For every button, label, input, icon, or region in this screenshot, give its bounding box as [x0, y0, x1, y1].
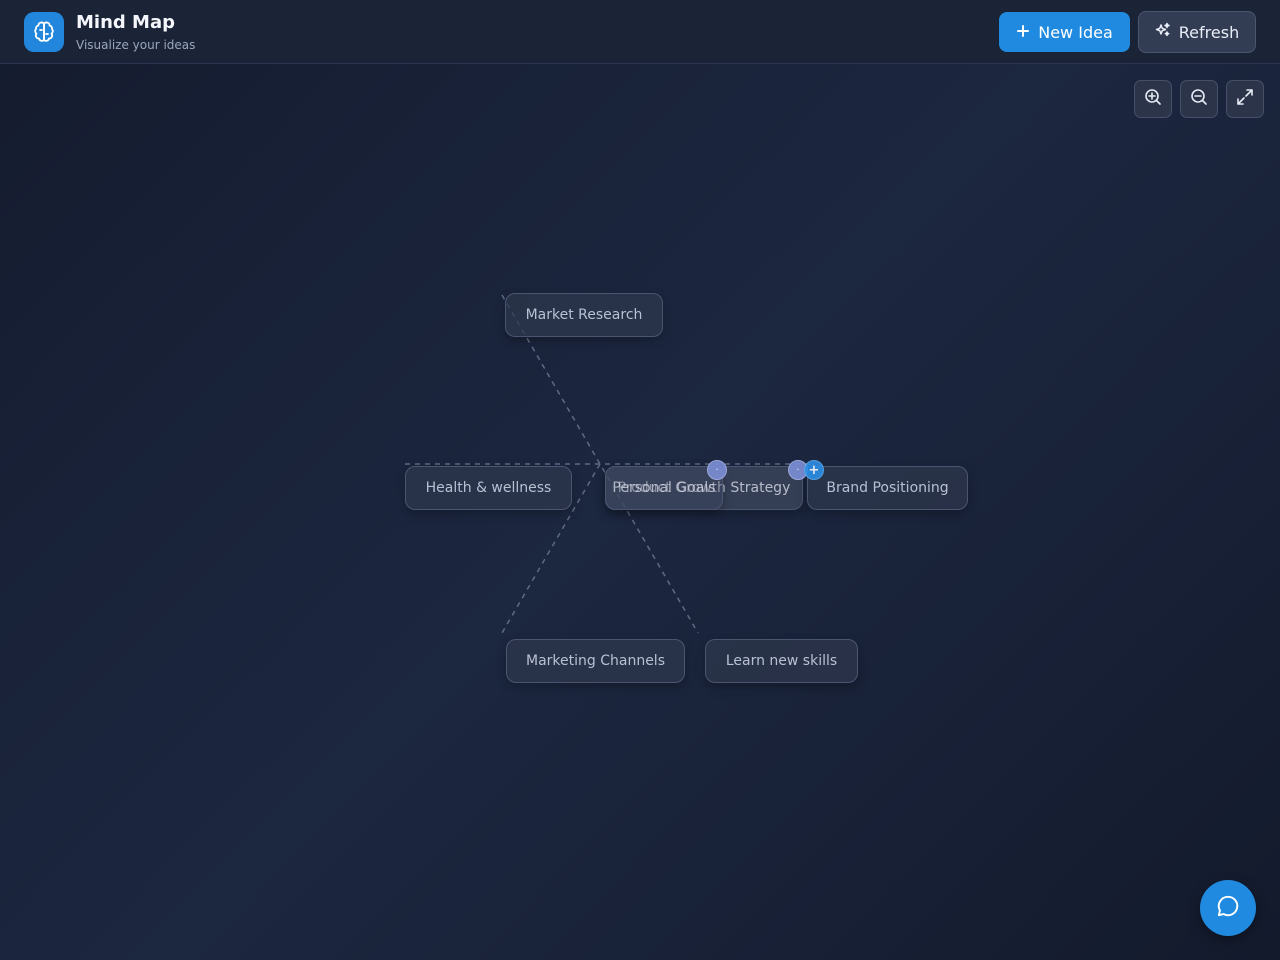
node-label: Health & wellness: [425, 480, 552, 496]
chat-bubble-icon: [1215, 893, 1241, 923]
node-market-research[interactable]: Market Research: [505, 293, 663, 337]
new-idea-button[interactable]: New Idea: [999, 12, 1130, 52]
node-label: Personal Goals: [612, 480, 716, 496]
app-title: Mind Map: [76, 12, 175, 33]
connection-lines: [405, 294, 810, 634]
plus-icon: [1016, 23, 1030, 42]
brain-logo-icon: [24, 12, 64, 52]
node-label: Marketing Channels: [526, 653, 665, 669]
node-marketing-channels[interactable]: Marketing Channels: [506, 639, 685, 683]
new-idea-label: New Idea: [1038, 22, 1113, 42]
node-health-wellness[interactable]: Health & wellness: [405, 466, 572, 510]
node-label: Market Research: [525, 307, 643, 323]
add-child-button[interactable]: +: [804, 460, 824, 480]
node-handle-dot[interactable]: ·: [707, 460, 727, 480]
refresh-label: Refresh: [1178, 22, 1240, 42]
app-subtitle: Visualize your ideas: [76, 38, 196, 52]
node-learn-new-skills[interactable]: Learn new skills: [705, 639, 858, 683]
app-header: Mind Map Visualize your ideas New Idea R…: [0, 0, 1280, 64]
node-brand-positioning[interactable]: Brand Positioning: [807, 466, 968, 510]
refresh-button[interactable]: Refresh: [1138, 11, 1256, 53]
node-label: Learn new skills: [725, 653, 838, 669]
node-personal-goals[interactable]: Personal Goals: [605, 466, 723, 510]
chat-button[interactable]: [1200, 880, 1256, 936]
sparkles-icon: [1155, 22, 1171, 42]
node-label: Brand Positioning: [826, 480, 949, 496]
mind-map-canvas[interactable]: Market Research Health & wellness Produc…: [0, 64, 1280, 960]
